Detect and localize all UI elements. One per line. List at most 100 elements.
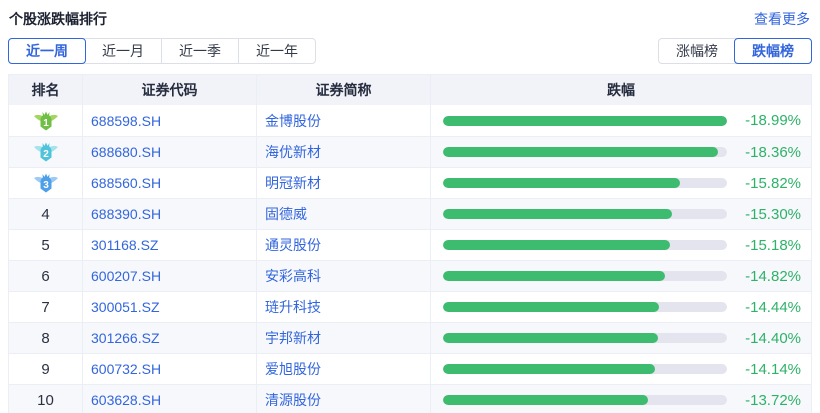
stock-code-link[interactable]: 688680.SH — [91, 144, 161, 160]
stock-code-link[interactable]: 300051.SZ — [91, 299, 160, 315]
change-bar-fill — [443, 364, 655, 374]
board-tab-1[interactable]: 跌幅榜 — [734, 38, 812, 64]
stock-name-cell: 琏升科技 — [257, 292, 431, 322]
table-row: 1 688598.SH 金博股份 -18.99% — [9, 105, 811, 136]
stock-name-link[interactable]: 琏升科技 — [265, 297, 321, 317]
rank-cell: 7 — [9, 292, 83, 322]
change-value: -14.40% — [737, 330, 801, 347]
rank-number: 7 — [41, 299, 49, 316]
stock-code-cell: 300051.SZ — [83, 292, 257, 322]
period-tab-group: 近一周近一月近一季近一年 — [8, 38, 316, 64]
table-row: 9600732.SH爱旭股份-14.14% — [9, 353, 811, 384]
stock-name-cell: 爱旭股份 — [257, 354, 431, 384]
stock-ranking-widget: 个股涨跌幅排行 查看更多 近一周近一月近一季近一年 涨幅榜跌幅榜 排名证券代码证… — [0, 0, 820, 413]
stock-code-cell: 688680.SH — [83, 137, 257, 167]
stock-name-link[interactable]: 爱旭股份 — [265, 359, 321, 379]
rank-cell: 10 — [9, 385, 83, 413]
stock-code-link[interactable]: 600732.SH — [91, 361, 161, 377]
table-row: 7 300051.SZ 琏升科技 -14.44% — [9, 291, 811, 322]
rank-number: 5 — [41, 237, 49, 254]
board-tab-group: 涨幅榜跌幅榜 — [658, 38, 812, 64]
stock-name-link[interactable]: 通灵股份 — [265, 235, 321, 255]
period-tab-0[interactable]: 近一周 — [8, 38, 86, 64]
rank-cell: 4 — [9, 199, 83, 229]
table-row: 4 688390.SH 固德威 -15.30% — [9, 198, 811, 229]
change-bar-fill — [443, 178, 680, 188]
widget-header: 个股涨跌幅排行 查看更多 — [0, 0, 820, 29]
change-value: -18.36% — [737, 144, 801, 161]
stock-name-cell: 明冠新材 — [257, 168, 431, 198]
stock-code-link[interactable]: 603628.SH — [91, 392, 161, 408]
stock-name-link[interactable]: 宇邦新材 — [265, 328, 321, 348]
stock-code-link[interactable]: 688598.SH — [91, 113, 161, 129]
stock-name-cell: 通灵股份 — [257, 230, 431, 260]
period-tab-3[interactable]: 近一年 — [238, 39, 315, 63]
change-bar-track — [443, 302, 727, 312]
table-row: 6 600207.SH 安彩高科 -14.82% — [9, 260, 811, 291]
stock-code-link[interactable]: 688560.SH — [91, 175, 161, 191]
period-tab-2[interactable]: 近一季 — [161, 39, 238, 63]
rank-cell: 3 — [9, 168, 83, 198]
view-more-link[interactable]: 查看更多 — [754, 9, 810, 29]
change-cell: -14.44% — [431, 292, 811, 322]
stock-name-link[interactable]: 明冠新材 — [265, 173, 321, 193]
change-bar-fill — [443, 147, 718, 157]
ranking-table: 排名证券代码证券简称跌幅 1 688598.SH 金博股份 -18.99% 2 68868… — [8, 74, 812, 413]
stock-code-link[interactable]: 301168.SZ — [91, 237, 158, 253]
stock-name-link[interactable]: 海优新材 — [265, 142, 321, 162]
rank-number: 10 — [37, 392, 54, 409]
board-tab-0[interactable]: 涨幅榜 — [659, 39, 735, 63]
change-value: -14.14% — [737, 361, 801, 378]
change-value: -13.72% — [737, 392, 801, 409]
stock-name-cell: 安彩高科 — [257, 261, 431, 291]
stock-code-link[interactable]: 688390.SH — [91, 206, 161, 222]
change-value: -15.18% — [737, 237, 801, 254]
stock-name-cell: 海优新材 — [257, 137, 431, 167]
rank-number: 6 — [41, 268, 49, 285]
change-cell: -13.72% — [431, 385, 811, 413]
rank-cell: 2 — [9, 137, 83, 167]
table-row: 2 688680.SH 海优新材 -18.36% — [9, 136, 811, 167]
rank-medal-1-icon: 1 — [34, 111, 58, 131]
change-bar-fill — [443, 240, 670, 250]
change-bar-track — [443, 209, 727, 219]
change-cell: -14.82% — [431, 261, 811, 291]
stock-name-cell: 固德威 — [257, 199, 431, 229]
table-row: 8 301266.SZ 宇邦新材 -14.40% — [9, 322, 811, 353]
rank-cell: 6 — [9, 261, 83, 291]
stock-code-cell: 603628.SH — [83, 385, 257, 413]
stock-code-cell: 301168.SZ — [83, 230, 257, 260]
change-value: -14.44% — [737, 299, 801, 316]
change-value: -14.82% — [737, 268, 801, 285]
change-value: -18.99% — [737, 112, 801, 129]
table-row: 5 301168.SZ 通灵股份 -15.18% — [9, 229, 811, 260]
change-cell: -15.18% — [431, 230, 811, 260]
svg-text:1: 1 — [43, 118, 49, 129]
rank-number: 8 — [41, 330, 49, 347]
stock-name-link[interactable]: 固德威 — [265, 204, 307, 224]
stock-name-link[interactable]: 安彩高科 — [265, 266, 321, 286]
change-cell: -14.40% — [431, 323, 811, 353]
column-header-3: 跌幅 — [431, 75, 811, 105]
stock-code-cell: 688390.SH — [83, 199, 257, 229]
stock-code-link[interactable]: 600207.SH — [91, 268, 161, 284]
table-header-row: 排名证券代码证券简称跌幅 — [9, 75, 811, 105]
change-cell: -18.99% — [431, 105, 811, 136]
rank-medal-2-icon: 2 — [34, 142, 58, 162]
stock-code-cell: 600207.SH — [83, 261, 257, 291]
stock-name-link[interactable]: 金博股份 — [265, 111, 321, 131]
stock-name-link[interactable]: 清源股份 — [265, 390, 321, 410]
period-tab-1[interactable]: 近一月 — [85, 39, 161, 63]
column-header-0: 排名 — [9, 75, 83, 105]
stock-code-cell: 301266.SZ — [83, 323, 257, 353]
change-bar-track — [443, 271, 727, 281]
change-bar-fill — [443, 116, 727, 126]
change-value: -15.30% — [737, 206, 801, 223]
change-bar-track — [443, 240, 727, 250]
change-bar-track — [443, 178, 727, 188]
rank-medal-3-icon: 3 — [34, 173, 58, 193]
stock-code-link[interactable]: 301266.SZ — [91, 330, 160, 346]
change-bar-track — [443, 395, 727, 405]
table-body: 1 688598.SH 金博股份 -18.99% 2 688680.SH 海优新材 -18.3… — [9, 105, 811, 413]
change-bar-fill — [443, 395, 648, 405]
